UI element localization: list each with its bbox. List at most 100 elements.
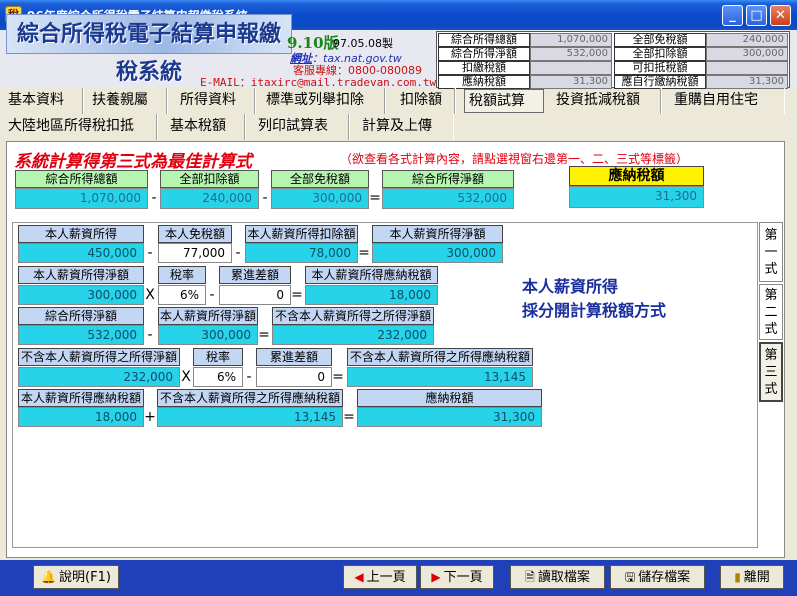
other-net-value: 232,000 (272, 325, 434, 345)
tax-rate-label-2: 稅率 (193, 348, 243, 366)
other-tax-label-2: 不含本人薪資所得之所得應納稅額 (157, 389, 343, 407)
tax-rate-value: 6% (158, 285, 206, 305)
tab-formula-3[interactable]: 第三式 (759, 342, 783, 402)
side-note-line-2: 採分開計算稅額方式 (522, 301, 667, 320)
salary-income-label: 本人薪資所得 (18, 225, 144, 243)
net-income-label: 綜合所得淨額 (382, 170, 514, 188)
tab-basic-info[interactable]: 基本資料 (4, 88, 84, 114)
load-file-button[interactable]: 🗎 讀取檔案 (510, 565, 605, 589)
best-formula-headline: 系統計算得第三式為最佳計算式 (14, 152, 252, 172)
help-icon: 🔔 (41, 570, 57, 584)
summary-label: 綜合所得淨額 (438, 47, 530, 61)
tab-deduction-type[interactable]: 標準或列舉扣除 (262, 88, 386, 114)
salary-net-value-3: 300,000 (158, 325, 258, 345)
save-icon: 🖫 (624, 570, 636, 584)
separate-calc-note: 本人薪資所得 採分開計算稅額方式 (522, 275, 666, 323)
other-tax-value-2: 13,145 (157, 407, 343, 427)
tax-payable-value: 31,300 (569, 186, 704, 208)
tab-mainland-credit[interactable]: 大陸地區所得稅扣抵 (4, 114, 158, 140)
operator: = (358, 245, 370, 261)
tax-payable-value-2: 31,300 (357, 407, 542, 427)
summary-value (530, 61, 612, 75)
close-button[interactable]: ✕ (770, 5, 791, 26)
operator: = (332, 369, 344, 385)
load-label: 讀取檔案 (537, 570, 590, 585)
next-label: 下一頁 (443, 570, 483, 585)
tab-formula-2-label: 第二式 (764, 288, 778, 337)
tax-payable-label: 應納稅額 (569, 166, 704, 186)
tax-rate-label: 稅率 (158, 266, 206, 284)
document-icon: 🗎 (525, 570, 535, 584)
tab-row-1: 基本資料 扶養親屬 所得資料 標準或列舉扣除 扣除額 稅額試算 投資抵減稅額 重… (0, 88, 797, 114)
summary-value: 31,300 (706, 75, 788, 89)
tab-formula-3-label: 第三式 (764, 348, 778, 397)
salary-net-label-3: 本人薪資所得淨額 (158, 307, 258, 325)
tab-home-repurchase[interactable]: 重購自用住宅 (670, 88, 785, 114)
help-label: 說明(F1) (59, 570, 111, 585)
exit-label: 離開 (743, 570, 770, 585)
summary-label: 全部免稅額 (614, 33, 706, 47)
tab-formula-1[interactable]: 第一式 (759, 222, 783, 282)
tab-basic-tax[interactable]: 基本稅額 (166, 114, 246, 140)
tab-formula-1-label: 第一式 (764, 228, 778, 277)
prev-page-button[interactable]: ◀ 上一頁 (343, 565, 417, 589)
salary-tax-value: 18,000 (305, 285, 438, 305)
tab-deductions[interactable]: 扣除額 (396, 88, 456, 114)
tab-income[interactable]: 所得資料 (176, 88, 256, 114)
summary-label: 綜合所得總額 (438, 33, 530, 47)
summary-value: 300,000 (706, 47, 788, 61)
tab-dependents[interactable]: 扶養親屬 (88, 88, 168, 114)
operator: - (209, 287, 215, 303)
exit-button[interactable]: ▮ 離開 (720, 565, 784, 589)
tab-print-estimate[interactable]: 列印試算表 (254, 114, 350, 140)
minimize-button[interactable]: _ (722, 5, 743, 26)
progressive-diff-value-2: 0 (256, 367, 332, 387)
summary-label: 可扣抵稅額 (614, 61, 706, 75)
net-income-label-2: 綜合所得淨額 (18, 307, 144, 325)
salary-tax-label: 本人薪資所得應納稅額 (305, 266, 438, 284)
exit-door-icon: ▮ (734, 570, 741, 584)
tab-calc-upload[interactable]: 計算及上傳 (358, 114, 454, 140)
tab-formula-2[interactable]: 第二式 (759, 284, 783, 340)
operator: - (246, 369, 252, 385)
operator: X (145, 287, 155, 303)
other-net-value-2: 232,000 (18, 367, 180, 387)
tax-payable-label-2: 應納稅額 (357, 389, 542, 407)
summary-value: 240,000 (706, 33, 788, 47)
operator: - (147, 245, 153, 261)
arrow-right-icon: ▶ (431, 570, 441, 584)
operator: - (262, 190, 268, 206)
summary-label: 扣繳稅額 (438, 61, 530, 75)
operator: - (147, 327, 153, 343)
next-page-button[interactable]: ▶ 下一頁 (420, 565, 494, 589)
salary-tax-value-2: 18,000 (18, 407, 144, 427)
side-note-line-1: 本人薪資所得 (522, 277, 619, 296)
progressive-diff-label: 累進差額 (219, 266, 291, 284)
save-label: 儲存檔案 (638, 570, 691, 585)
save-file-button[interactable]: 🖫 儲存檔案 (610, 565, 705, 589)
salary-net-value-2: 300,000 (18, 285, 144, 305)
operator: = (369, 190, 381, 206)
tab-investment-credit[interactable]: 投資抵減稅額 (552, 88, 662, 114)
total-income-label: 綜合所得總額 (15, 170, 148, 188)
summary-value (706, 61, 788, 75)
salary-net-label: 本人薪資所得淨額 (372, 225, 503, 243)
salary-income-value: 450,000 (18, 243, 144, 263)
total-deduction-value: 240,000 (160, 188, 259, 209)
progressive-diff-label-2: 累進差額 (256, 348, 332, 366)
tab-tax-estimate[interactable]: 稅額試算 (464, 89, 544, 113)
logo-title: 綜合所得稅電子結算申報繳稅系統 (6, 14, 292, 85)
operator: - (151, 190, 157, 206)
operator: = (291, 287, 303, 303)
self-exemption-value: 77,000 (158, 243, 232, 263)
maximize-button[interactable]: □ (746, 5, 767, 26)
operator: X (181, 369, 191, 385)
formula-hint: （欲查看各式計算內容，請點選視窗右邊第一、二、三式等標籤） (340, 152, 689, 166)
summary-value: 1,070,000 (530, 33, 612, 47)
progressive-diff-value: 0 (219, 285, 291, 305)
help-button[interactable]: 🔔 說明(F1) (33, 565, 119, 589)
prev-label: 上一頁 (366, 570, 406, 585)
total-exemption-label: 全部免稅額 (271, 170, 369, 188)
tab-row-2: 大陸地區所得稅扣抵 基本稅額 列印試算表 計算及上傳 (0, 114, 797, 140)
summary-label: 應自行繳納稅額 (614, 75, 706, 89)
